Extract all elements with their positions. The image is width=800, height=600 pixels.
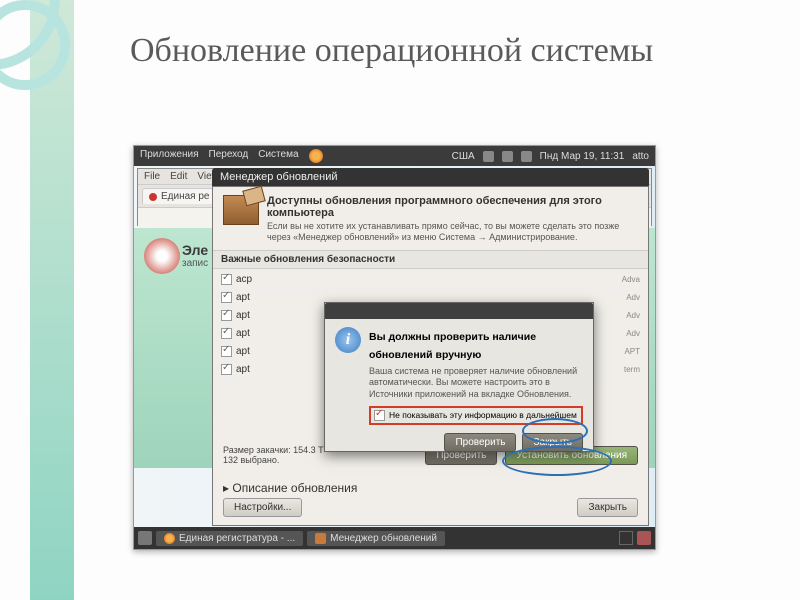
firefox-icon: [164, 533, 175, 544]
menu-system[interactable]: Система: [258, 149, 298, 163]
popup-check-button[interactable]: Проверить: [444, 433, 516, 452]
pkg-desc: Adv: [626, 311, 640, 320]
pkg-name: apt: [236, 310, 250, 321]
update-item[interactable]: acp Adva: [219, 271, 642, 289]
um-heading: Доступны обновления программного обеспеч…: [267, 195, 602, 219]
pkg-name: apt: [236, 328, 250, 339]
checkbox-icon[interactable]: [221, 328, 232, 339]
sound-icon[interactable]: [521, 151, 532, 162]
clock[interactable]: Пнд Мар 19, 11:31: [540, 151, 625, 162]
keyboard-indicator[interactable]: США: [452, 151, 475, 162]
taskbar-label: Единая регистратура - ...: [179, 533, 295, 544]
update-manager-icon: [315, 533, 326, 544]
mail-icon[interactable]: [483, 151, 494, 162]
ff-menu-edit[interactable]: Edit: [170, 171, 187, 182]
checkbox-icon[interactable]: [221, 364, 232, 375]
pkg-name: apt: [236, 364, 250, 375]
popup-body-text: Ваша система не проверяет наличие обновл…: [369, 366, 583, 400]
slide-title: Обновление операционной системы: [130, 30, 653, 73]
update-manager-titlebar[interactable]: Менеджер обновлений: [212, 168, 649, 186]
gnome-top-panel: Приложения Переход Система США Пнд Мар 1…: [134, 146, 655, 166]
checkbox-icon[interactable]: [221, 346, 232, 357]
pkg-desc: term: [624, 365, 640, 374]
um-section-header: Важные обновления безопасности: [213, 250, 648, 269]
taskbar-item[interactable]: Менеджер обновлений: [307, 531, 445, 546]
selected-count: 132 выбрано.: [223, 455, 324, 465]
annotation-circle: [522, 418, 588, 444]
gnome-bottom-panel: Единая регистратура - ... Менеджер обнов…: [134, 527, 655, 549]
popup-title: Вы должны проверить наличие обновлений в…: [369, 331, 536, 361]
menu-applications[interactable]: Приложения: [140, 149, 199, 163]
browser-tab[interactable]: Единая ре: [142, 188, 217, 204]
pkg-desc: APT: [624, 347, 640, 356]
pkg-desc: Adv: [626, 293, 640, 302]
pkg-desc: Adv: [626, 329, 640, 338]
popup-titlebar[interactable]: [325, 303, 593, 319]
checkbox-icon[interactable]: [221, 292, 232, 303]
trash-icon[interactable]: [637, 531, 651, 545]
firefox-icon[interactable]: [309, 149, 323, 163]
annotation-circle: [502, 446, 612, 476]
pkg-desc: Adva: [622, 275, 640, 284]
show-desktop-icon[interactable]: [138, 531, 152, 545]
checkbox-icon[interactable]: [374, 410, 385, 421]
site-logo-icon: [144, 238, 180, 274]
settings-button[interactable]: Настройки...: [223, 498, 302, 517]
checkbox-icon[interactable]: [221, 274, 232, 285]
network-icon[interactable]: [502, 151, 513, 162]
checkbox-icon[interactable]: [221, 310, 232, 321]
pkg-name: acp: [236, 274, 252, 285]
taskbar-item[interactable]: Единая регистратура - ...: [156, 531, 303, 546]
tab-favicon: [149, 193, 157, 201]
close-button[interactable]: Закрыть: [577, 498, 638, 517]
pkg-name: apt: [236, 346, 250, 357]
um-subtext: Если вы не хотите их устанавливать прямо…: [267, 221, 638, 244]
pkg-name: apt: [236, 292, 250, 303]
screenshot: Приложения Переход Система США Пнд Мар 1…: [133, 145, 656, 550]
taskbar-label: Менеджер обновлений: [330, 533, 437, 544]
download-size: Размер закачки: 154.3 Т: [223, 445, 324, 455]
package-box-icon: [223, 195, 259, 225]
workspace-switcher[interactable]: [619, 531, 633, 545]
tab-label: Единая ре: [161, 191, 210, 202]
info-icon: i: [335, 327, 361, 353]
user-menu[interactable]: atto: [632, 151, 649, 162]
ff-menu-file[interactable]: File: [144, 171, 160, 182]
menu-places[interactable]: Переход: [209, 149, 249, 163]
description-expander[interactable]: ▸ Описание обновления: [223, 481, 357, 495]
